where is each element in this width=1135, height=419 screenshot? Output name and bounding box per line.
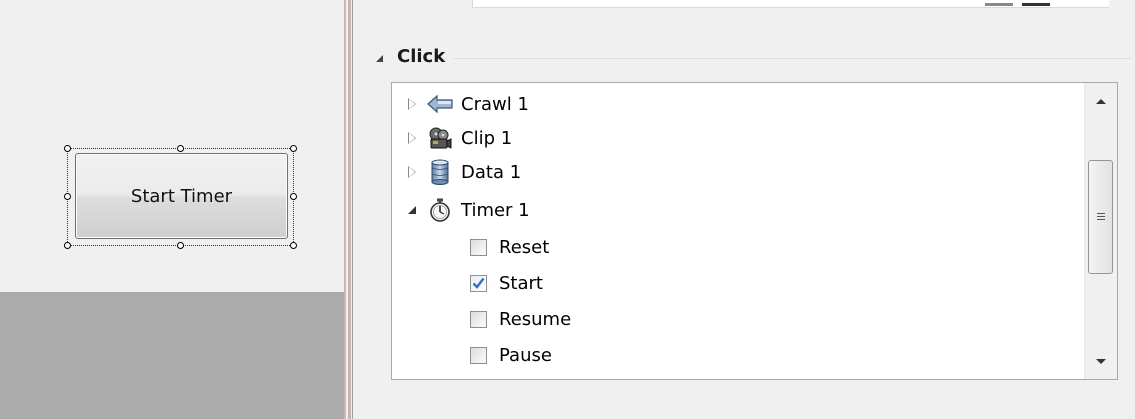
start-timer-button[interactable]: Start Timer bbox=[75, 153, 288, 239]
collapse-triangle-icon[interactable] bbox=[376, 54, 383, 62]
action-item-pause[interactable]: Pause bbox=[470, 338, 552, 372]
scroll-up-arrow-icon[interactable] bbox=[1085, 83, 1117, 119]
click-group-label: Click bbox=[397, 45, 446, 67]
vertical-scrollbar[interactable] bbox=[1084, 83, 1117, 379]
tree-node-label: Crawl 1 bbox=[461, 93, 529, 115]
action-item-start[interactable]: Start bbox=[470, 266, 543, 300]
pause-checkbox[interactable] bbox=[470, 346, 487, 364]
action-item-partial bbox=[470, 371, 499, 381]
top-partial-control bbox=[985, 3, 1013, 6]
resize-handle-top-left[interactable] bbox=[64, 145, 71, 152]
resize-handle-left[interactable] bbox=[64, 193, 71, 200]
resume-checkbox[interactable] bbox=[470, 310, 487, 328]
selected-control[interactable]: Start Timer bbox=[64, 145, 297, 249]
tree-node-clip[interactable]: Clip 1 bbox=[405, 121, 512, 155]
tree-node-label: Timer 1 bbox=[461, 199, 530, 221]
resize-handle-right[interactable] bbox=[290, 193, 297, 200]
checkmark-icon bbox=[472, 277, 485, 289]
tree-node-data[interactable]: Data 1 bbox=[405, 155, 521, 189]
tree-node-crawl[interactable]: Crawl 1 bbox=[405, 87, 529, 121]
action-label: Resume bbox=[499, 308, 572, 330]
action-label: Start bbox=[499, 272, 543, 294]
expand-triangle-icon[interactable] bbox=[405, 96, 421, 112]
arrow-left-icon bbox=[427, 91, 453, 117]
design-gray-area bbox=[0, 292, 344, 419]
stopwatch-icon bbox=[427, 197, 453, 223]
design-surface[interactable]: Start Timer bbox=[0, 0, 344, 292]
resize-handle-top[interactable] bbox=[177, 145, 184, 152]
reset-checkbox[interactable] bbox=[470, 238, 487, 256]
expand-triangle-icon[interactable] bbox=[405, 164, 421, 180]
expand-triangle-icon[interactable] bbox=[405, 130, 421, 146]
start-checkbox[interactable] bbox=[470, 274, 487, 292]
action-label: Reset bbox=[499, 236, 550, 258]
event-action-tree[interactable]: Crawl 1 Clip 1 Data 1 Timer 1 Reset Star… bbox=[391, 82, 1118, 380]
action-label: Pause bbox=[499, 344, 552, 366]
resize-handle-bottom[interactable] bbox=[177, 242, 184, 249]
tree-node-label: Clip 1 bbox=[461, 127, 513, 149]
resize-handle-bottom-right[interactable] bbox=[290, 242, 297, 249]
resize-handle-bottom-left[interactable] bbox=[64, 242, 71, 249]
database-icon bbox=[427, 159, 453, 185]
group-divider bbox=[454, 57, 1131, 59]
action-item-resume[interactable]: Resume bbox=[470, 302, 571, 336]
tree-node-label: Data 1 bbox=[461, 161, 522, 183]
partial-checkbox bbox=[470, 380, 487, 381]
panel-splitter[interactable] bbox=[344, 0, 361, 419]
tree-node-timer[interactable]: Timer 1 bbox=[405, 193, 530, 227]
scroll-down-arrow-icon[interactable] bbox=[1085, 343, 1117, 379]
top-partial-field bbox=[472, 0, 1109, 8]
collapse-triangle-icon[interactable] bbox=[405, 202, 421, 218]
top-partial-control bbox=[1022, 3, 1050, 6]
scrollbar-thumb[interactable] bbox=[1088, 160, 1113, 274]
film-reel-icon bbox=[427, 125, 453, 151]
resize-handle-top-right[interactable] bbox=[290, 145, 297, 152]
action-item-reset[interactable]: Reset bbox=[470, 230, 549, 264]
grip-icon bbox=[1097, 213, 1105, 222]
click-group-header[interactable]: Click bbox=[376, 41, 1131, 71]
